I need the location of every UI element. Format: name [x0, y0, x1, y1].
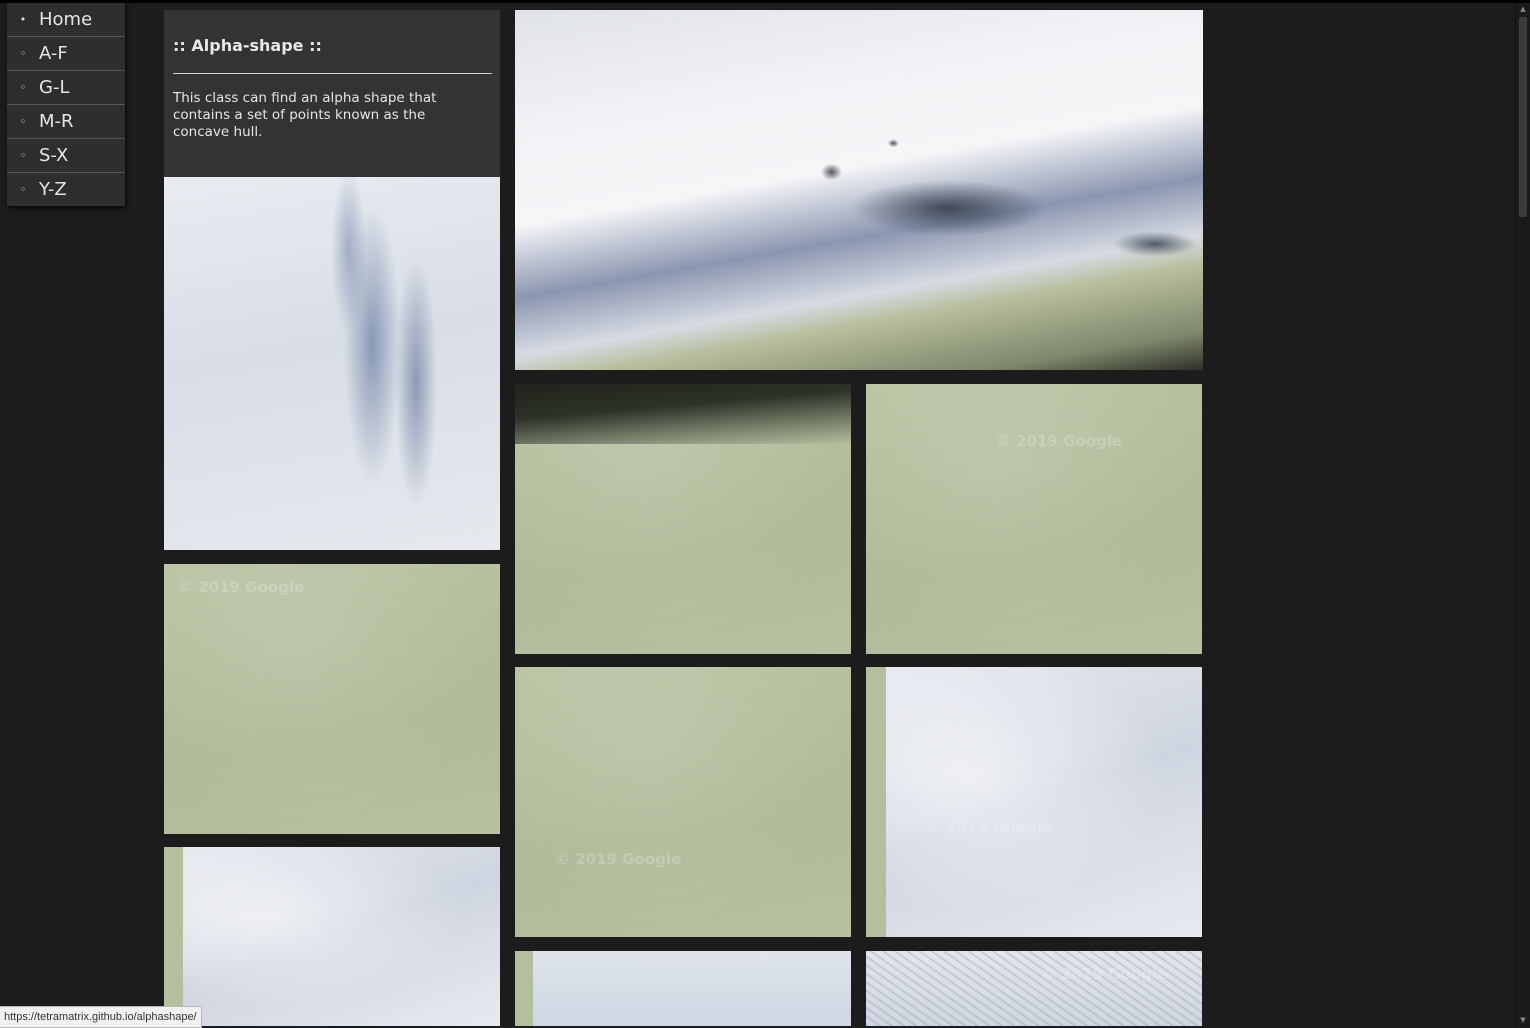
divider — [173, 73, 492, 74]
nav-label: Home — [39, 9, 93, 30]
terrain-strip — [866, 667, 886, 937]
nav-item-m-r[interactable]: ◦ M-R — [7, 105, 125, 139]
satellite-tile[interactable]: © 2019 Google — [866, 951, 1202, 1026]
satellite-tile[interactable]: © 2019 Google — [866, 384, 1202, 654]
scroll-down-arrow-icon[interactable]: ▼ — [1516, 1014, 1530, 1026]
bullet-icon: ◦ — [19, 115, 27, 128]
nav-item-s-x[interactable]: ◦ S-X — [7, 139, 125, 173]
nav-label: A-F — [39, 43, 68, 64]
satellite-tile[interactable] — [515, 384, 851, 654]
satellite-tile[interactable]: © 2019 Google — [866, 667, 1202, 937]
card-description: This class can find an alpha shape that … — [173, 90, 437, 140]
card-title: :: Alpha-shape :: — [173, 36, 322, 55]
nav-label: S-X — [39, 145, 69, 166]
nav-item-a-f[interactable]: ◦ A-F — [7, 37, 125, 71]
page-scrollbar[interactable]: ▲ ▼ — [1515, 3, 1530, 1026]
map-watermark: © 2019 Google — [996, 432, 1123, 450]
satellite-tile[interactable] — [515, 10, 1203, 370]
satellite-tile[interactable]: © 2019 Google — [164, 564, 500, 834]
nav-item-g-l[interactable]: ◦ G-L — [7, 71, 125, 105]
scroll-thumb[interactable] — [1519, 17, 1527, 217]
terrain-strip — [515, 951, 533, 1026]
terrain-strip — [164, 847, 183, 1026]
bullet-icon: • — [19, 13, 27, 26]
nav-item-home[interactable]: • Home — [7, 3, 125, 37]
nav-label: M-R — [39, 111, 74, 132]
top-border — [0, 0, 1530, 3]
bullet-icon: ◦ — [19, 183, 27, 196]
nav-label: Y-Z — [39, 179, 67, 200]
satellite-tile[interactable]: © 2019 Google — [515, 667, 851, 937]
map-watermark: © 2019 Google — [926, 817, 1053, 835]
map-watermark: © 2019 Google — [1041, 965, 1168, 983]
map-watermark: © 2019 Google — [555, 850, 682, 868]
nav-menu: • Home ◦ A-F ◦ G-L ◦ M-R ◦ S-X ◦ Y-Z — [7, 3, 125, 206]
status-url: https://tetramatrix.github.io/alphashape… — [0, 1006, 202, 1028]
scroll-up-arrow-icon[interactable]: ▲ — [1516, 3, 1530, 15]
nav-label: G-L — [39, 77, 70, 98]
bullet-icon: ◦ — [19, 81, 27, 94]
satellite-tile[interactable] — [515, 951, 851, 1026]
satellite-tile[interactable] — [164, 847, 500, 1026]
info-card: :: Alpha-shape :: This class can find an… — [164, 10, 500, 177]
map-watermark: © 2019 Google — [178, 578, 305, 596]
satellite-tile[interactable] — [164, 177, 500, 550]
bullet-icon: ◦ — [19, 149, 27, 162]
nav-item-y-z[interactable]: ◦ Y-Z — [7, 173, 125, 206]
bullet-icon: ◦ — [19, 47, 27, 60]
ridge-shadow — [515, 384, 851, 444]
